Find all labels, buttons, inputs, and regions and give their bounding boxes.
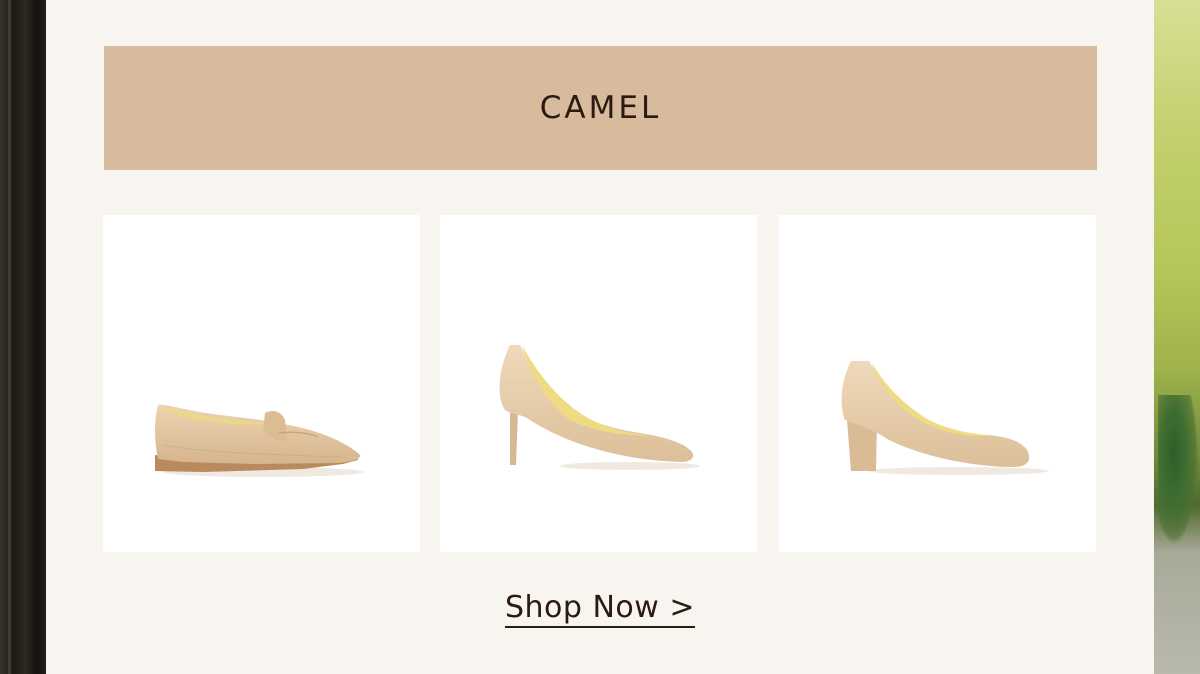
loafer-shoe-icon bbox=[155, 404, 363, 477]
email-panel: CAMEL Shop Now > bbox=[46, 0, 1154, 674]
block-heel-pump-icon bbox=[841, 361, 1049, 475]
shop-now-container: Shop Now > bbox=[46, 590, 1154, 628]
banner-title: CAMEL bbox=[539, 90, 662, 126]
product-card-loafer[interactable] bbox=[103, 215, 420, 552]
background-right-garden bbox=[1154, 0, 1200, 674]
shop-now-link[interactable]: Shop Now > bbox=[505, 590, 695, 628]
color-banner: CAMEL bbox=[104, 46, 1097, 170]
product-card-block-heel-pump[interactable] bbox=[779, 215, 1096, 552]
background-left-frame bbox=[0, 0, 46, 674]
stiletto-pump-icon bbox=[499, 345, 700, 470]
product-card-stiletto-pump[interactable] bbox=[440, 215, 757, 552]
foliage bbox=[1158, 395, 1198, 545]
